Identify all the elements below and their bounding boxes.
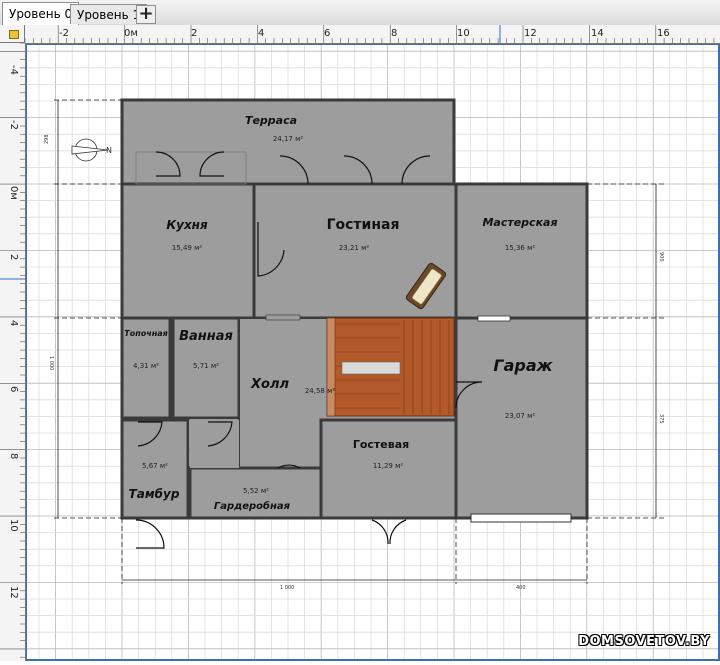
room-garage-name: Гараж [493,356,553,375]
dim-right-lower: 375 [658,414,664,424]
ruler-h-label: 16 [657,28,670,39]
room-workshop-area: 15,36 м² [505,244,536,252]
room-living-area: 23,21 м² [339,244,370,252]
room-terrace-name: Терраса [245,114,297,127]
window[interactable] [265,314,301,321]
window[interactable] [477,315,511,322]
room-kitchen-name: Кухня [166,218,208,232]
garage-gate[interactable] [470,513,572,523]
ruler-v-label: 12 [8,586,19,599]
room-vestibule-name: Тамбур [129,487,180,501]
watermark: DOMSOVETOV.BY [578,634,710,649]
dim-left-total: 1 000 [48,356,54,370]
ruler-v-label: 4 [8,320,19,326]
room-wardrobe-area: 5,52 м² [243,487,269,495]
ruler-h-label: 6 [324,28,330,39]
room-garage-area: 23,07 м² [505,412,536,420]
ruler-v-label: -2 [8,120,19,130]
room-hall-area: 24,58 м² [305,387,336,395]
ruler-v-label: 8 [8,453,19,459]
room-bathroom-name: Ванная [179,329,233,344]
room-guest-area: 11,29 м² [373,462,404,470]
dim-right-upper: 900 [658,252,664,262]
room-vestibule-area: 5,67 м² [142,462,168,470]
dim-bottom-main: 1 000 [280,585,294,591]
room-living-name: Гостиная [327,217,400,233]
horizontal-ruler[interactable]: -2 0м 2 4 6 8 10 12 14 16 [25,25,720,44]
room-kitchen-area: 15,49 м² [172,244,203,252]
compass-icon[interactable]: N [71,138,112,162]
door-arc[interactable] [371,519,389,545]
tab-level-0[interactable]: Уровень 0 [2,2,80,25]
compass-label: N [106,146,112,155]
ruler-h-label: 4 [258,28,264,39]
ruler-h-label: -2 [59,28,69,39]
ruler-corner [0,25,25,43]
ruler-h-label: 14 [591,28,604,39]
floor-plan-svg: 298 1 000 900 375 1 000 400 N Терраса 24… [25,43,720,661]
ruler-v-label: -4 [8,65,19,75]
add-level-button[interactable]: + [136,5,156,24]
room-guest-name: Гостевая [353,438,409,451]
plan-canvas[interactable]: 298 1 000 900 375 1 000 400 N Терраса 24… [25,43,720,665]
ruler-h-label: 0м [124,28,138,39]
door-arc[interactable] [389,519,407,545]
room-bathroom-area: 5,71 м² [193,362,219,370]
room-workshop-name: Мастерская [482,216,557,229]
ruler-v-label: 2 [8,254,19,260]
room-boiler-area: 4,31 м² [133,362,159,370]
folder-icon [9,30,19,39]
vertical-ruler[interactable]: -4 -2 0м 2 4 6 8 10 12 [0,43,26,661]
dim-bottom-right: 400 [516,585,526,591]
dim-top-left: 298 [44,134,50,144]
ruler-v-label: 6 [8,386,19,392]
staircase[interactable] [326,317,455,417]
ruler-h-label: 10 [457,28,470,39]
vertical-ruler-svg: -4 -2 0м 2 4 6 8 10 12 [0,43,25,658]
door-arc[interactable] [135,519,165,549]
ruler-h-label: 2 [191,28,197,39]
horizontal-ruler-svg: -2 0м 2 4 6 8 10 12 14 16 [25,25,715,43]
ruler-v-label: 10 [8,519,19,532]
ruler-v-label: 0м [8,186,19,200]
room-wardrobe-name: Гардеробная [214,500,291,512]
room-boiler-name: Топочная [124,329,168,338]
ruler-h-label: 8 [391,28,397,39]
room-hall-name: Холл [250,377,289,392]
room-terrace-area: 24,17 м² [273,135,304,143]
level-tab-bar: Уровень 0 Уровень 1 + [0,0,720,26]
ruler-h-label: 12 [524,28,537,39]
